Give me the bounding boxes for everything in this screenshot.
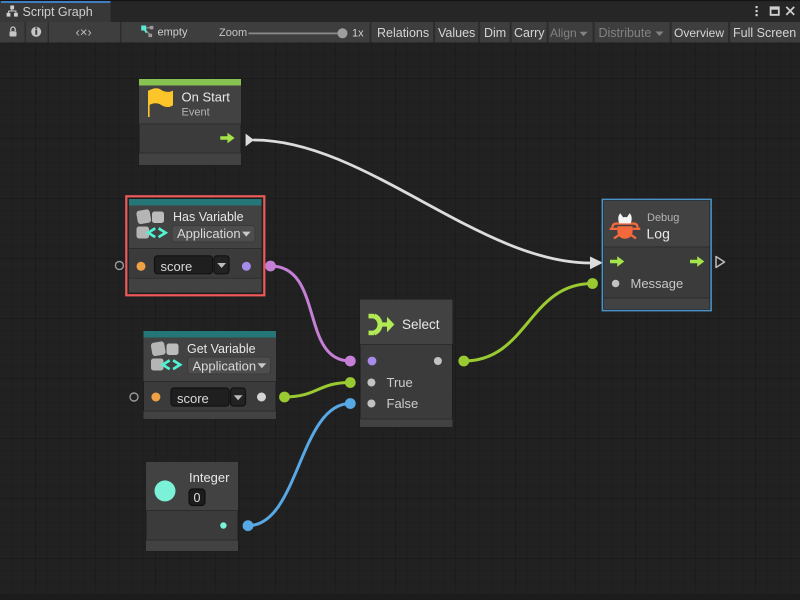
svg-text:On Start: On Start bbox=[182, 90, 231, 105]
svg-text:‹×›: ‹×› bbox=[76, 25, 92, 40]
svg-text:False: False bbox=[387, 396, 419, 411]
svg-text:Log: Log bbox=[647, 226, 670, 242]
svg-text:1x: 1x bbox=[352, 28, 364, 40]
svg-text:Overview: Overview bbox=[674, 26, 724, 40]
svg-text:Carry: Carry bbox=[514, 26, 545, 40]
svg-text:Application: Application bbox=[177, 226, 241, 241]
svg-text:Align: Align bbox=[550, 26, 577, 40]
svg-text:Values: Values bbox=[438, 26, 475, 40]
svg-text:Integer: Integer bbox=[189, 470, 230, 485]
svg-text:score: score bbox=[177, 391, 209, 406]
svg-text:Application: Application bbox=[193, 358, 257, 373]
svg-text:Event: Event bbox=[182, 106, 210, 118]
svg-text:Message: Message bbox=[631, 276, 684, 291]
svg-text:empty: empty bbox=[158, 27, 188, 39]
svg-text:Debug: Debug bbox=[647, 212, 679, 224]
svg-text:0: 0 bbox=[194, 491, 201, 505]
svg-text:Relations: Relations bbox=[377, 26, 429, 40]
svg-text:Get Variable: Get Variable bbox=[187, 342, 256, 356]
svg-text:True: True bbox=[387, 375, 413, 390]
svg-text:Has Variable: Has Variable bbox=[173, 210, 244, 224]
svg-text:Select: Select bbox=[402, 317, 440, 332]
svg-text:Distribute: Distribute bbox=[599, 26, 652, 40]
svg-text:Script Graph: Script Graph bbox=[23, 5, 93, 19]
svg-text:Zoom: Zoom bbox=[219, 27, 247, 39]
svg-text:score: score bbox=[161, 259, 193, 274]
svg-text:Dim: Dim bbox=[484, 26, 506, 40]
svg-text:Full Screen: Full Screen bbox=[733, 26, 796, 40]
